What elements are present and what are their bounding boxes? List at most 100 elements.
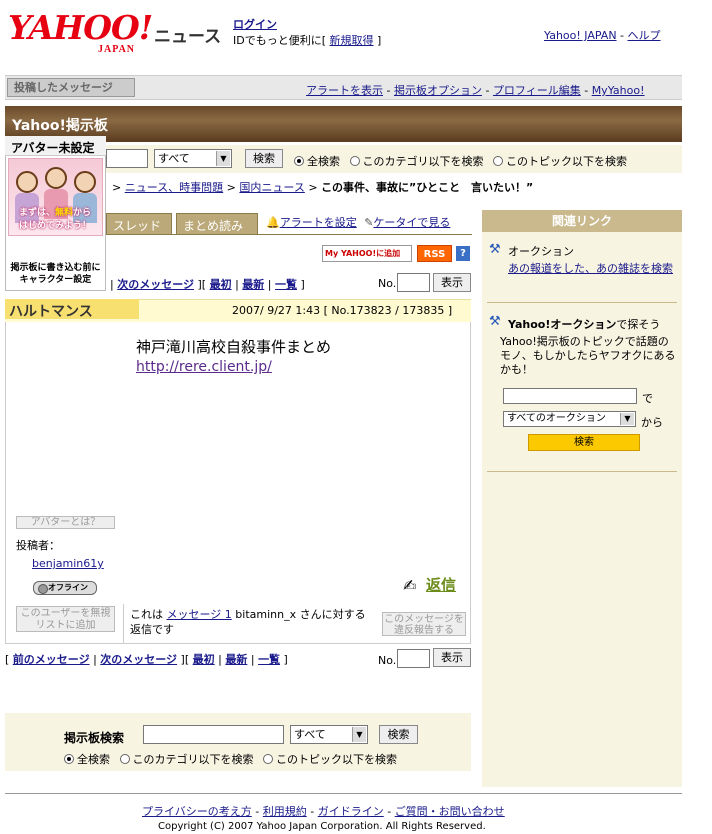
yahoo-japan-link[interactable]: Yahoo! JAPAN bbox=[544, 29, 617, 42]
list-link-bottom[interactable]: 一覧 bbox=[258, 653, 280, 666]
top-search-input[interactable] bbox=[106, 149, 148, 168]
ignore-user-button[interactable]: このユーザーを無視リストに追加 bbox=[16, 606, 115, 632]
id-close: ] bbox=[373, 34, 382, 47]
show-button[interactable]: 表示 bbox=[433, 273, 471, 292]
radio-category-bottom[interactable] bbox=[119, 754, 130, 764]
promo4: はじめてみよう！ bbox=[18, 221, 91, 231]
nav-board-options-link[interactable]: 掲示板オプション bbox=[394, 84, 482, 97]
tab-summary[interactable]: まとめ読み bbox=[176, 213, 258, 235]
bar: | bbox=[214, 653, 226, 666]
related-links-title: 関連リンク bbox=[482, 210, 682, 232]
help-icon[interactable]: ? bbox=[456, 246, 470, 261]
cb: ] bbox=[280, 653, 288, 666]
top-search-radios: 全検索 このカテゴリ以下を検索 このトピック以下を検索 bbox=[294, 153, 627, 169]
auction-scope-value: すべてのオークション bbox=[507, 413, 606, 424]
yahoo-japan-logo[interactable]: YAHOO! JAPAN bbox=[8, 10, 153, 56]
auction-keyword-input[interactable] bbox=[503, 388, 637, 404]
tab-extra-links: 🔔アラートを設定 ✎ケータイで見る bbox=[266, 214, 450, 230]
top-search-button[interactable]: 検索 bbox=[245, 149, 283, 168]
nav-myyahoo-link[interactable]: MyYahoo! bbox=[592, 84, 645, 97]
radio-category-label: このカテゴリ以下を検索 bbox=[362, 155, 484, 168]
no-label-bottom: No. bbox=[378, 654, 397, 667]
bottom-search-input[interactable] bbox=[143, 725, 284, 744]
cb: ] bbox=[193, 278, 202, 291]
promo3: から bbox=[73, 208, 92, 218]
msg-number-input-bottom[interactable] bbox=[397, 649, 430, 668]
breadcrumb-current: この事件、事故に”ひとこと 言いたい！” bbox=[321, 181, 534, 194]
first-link[interactable]: 最初 bbox=[210, 278, 232, 291]
nav-profile-link[interactable]: プロフィール編集 bbox=[493, 84, 581, 97]
breadcrumb-news[interactable]: ニュース、時事問題 bbox=[125, 181, 223, 194]
latest-link[interactable]: 最新 bbox=[242, 278, 264, 291]
id-promo: IDでもっと便利に[ 新規取得 ] bbox=[233, 32, 381, 48]
figure-face bbox=[45, 167, 67, 189]
chevron-down-icon: ▼ bbox=[620, 413, 634, 425]
breadcrumb-domestic[interactable]: 国内ニュース bbox=[239, 181, 304, 194]
reply-pre: これは bbox=[130, 608, 167, 621]
id-text: IDでもっと便利に[ bbox=[233, 34, 330, 47]
header-links: Yahoo! JAPAN - ヘルプ bbox=[544, 27, 661, 43]
bottom-search-radios: 全検索 このカテゴリ以下を検索 このトピック以下を検索 bbox=[64, 751, 397, 767]
arrow: > bbox=[223, 181, 240, 194]
auction-search-button[interactable]: 検索 bbox=[528, 434, 640, 451]
radio-topic[interactable] bbox=[493, 156, 503, 166]
rss-badge[interactable]: RSS bbox=[417, 245, 452, 262]
radio-category[interactable] bbox=[349, 156, 360, 166]
signup-link[interactable]: 新規取得 bbox=[330, 34, 374, 47]
next-msg-link[interactable]: 次のメッセージ bbox=[117, 278, 194, 291]
reply-icon: ✍ bbox=[403, 576, 417, 595]
list-link[interactable]: 一覧 bbox=[275, 278, 297, 291]
next-msg-link-bottom[interactable]: 次のメッセージ bbox=[100, 653, 177, 666]
myyahoo-label: My YAHOO!に追加 bbox=[325, 249, 401, 258]
logo-sub: JAPAN bbox=[98, 44, 136, 55]
first-link-bottom[interactable]: 最初 bbox=[193, 653, 215, 666]
chevron-down-icon: ▼ bbox=[352, 727, 366, 742]
tab-thread[interactable]: スレッド bbox=[106, 213, 172, 235]
terms-link[interactable]: 利用規約 bbox=[263, 805, 307, 818]
help-link[interactable]: ヘルプ bbox=[628, 29, 661, 42]
bottom-search-button[interactable]: 検索 bbox=[379, 725, 418, 744]
auction-search-link[interactable]: あの報道をした、あの雑誌を検索 bbox=[508, 262, 678, 276]
reply-link[interactable]: 返信 bbox=[426, 574, 456, 595]
bottom-search-label: 掲示板検索 bbox=[64, 731, 125, 745]
privacy-link[interactable]: プライバシーの考え方 bbox=[142, 805, 252, 818]
figure-face bbox=[74, 171, 96, 193]
cb: ] bbox=[177, 653, 185, 666]
sep: - bbox=[383, 84, 394, 97]
report-button[interactable]: このメッセージを違反報告する bbox=[382, 612, 466, 636]
arrow: > bbox=[112, 181, 125, 194]
msg-number-input[interactable] bbox=[397, 273, 430, 292]
auction-scope-select[interactable]: すべてのオークション ▼ bbox=[503, 411, 636, 427]
auction-description: Yahoo!掲示板のトピックで話題のモノ、もしかしたらヤフオクにあるかも！ bbox=[500, 335, 676, 376]
latest-link-bottom[interactable]: 最新 bbox=[225, 653, 247, 666]
radio-all[interactable] bbox=[294, 156, 304, 166]
top-search-scope[interactable]: すべて ▼ bbox=[154, 149, 232, 168]
auction-label: オークション bbox=[508, 245, 574, 258]
sep: - bbox=[616, 29, 628, 42]
add-to-myyahoo-badge[interactable]: My YAHOO!に追加 bbox=[322, 245, 412, 262]
login-link[interactable]: ログイン bbox=[233, 16, 277, 32]
message-author-name[interactable]: ハルトマンス bbox=[5, 299, 139, 319]
parent-message-link[interactable]: メッセージ 1 bbox=[167, 608, 232, 621]
sep: - bbox=[251, 805, 263, 818]
radio-topic-bottom[interactable] bbox=[263, 754, 273, 764]
nav-links: アラートを表示 - 掲示板オプション - プロフィール編集 - MyYahoo! bbox=[306, 82, 644, 98]
auction-title: Yahoo!オークション bbox=[508, 318, 617, 331]
section-title: ニュース bbox=[154, 27, 222, 47]
radio-all-bottom[interactable] bbox=[64, 754, 74, 764]
nav-alert-link[interactable]: アラートを表示 bbox=[306, 84, 383, 97]
show-button-bottom[interactable]: 表示 bbox=[433, 648, 471, 667]
poster-name-link[interactable]: benjamin61y bbox=[32, 557, 104, 570]
guideline-link[interactable]: ガイドライン bbox=[318, 805, 384, 818]
bottom-search-scope[interactable]: すべて ▼ bbox=[290, 725, 368, 744]
radio-topic-label: このトピック以下を検索 bbox=[276, 753, 397, 766]
posted-messages-tab[interactable]: 投稿したメッセージ bbox=[7, 78, 135, 97]
prev-msg-link[interactable]: 前のメッセージ bbox=[13, 653, 90, 666]
contact-link[interactable]: ご質問・お問い合わせ bbox=[395, 805, 505, 818]
message-url-link[interactable]: http://rere.client.jp/ bbox=[136, 359, 272, 375]
set-alert-link[interactable]: アラートを設定 bbox=[280, 216, 357, 229]
mobile-link[interactable]: ケータイで見る bbox=[373, 216, 450, 229]
divider bbox=[487, 471, 677, 472]
what-is-avatar-button[interactable]: アバターとは？ bbox=[16, 516, 115, 529]
ob: [ bbox=[184, 653, 193, 666]
